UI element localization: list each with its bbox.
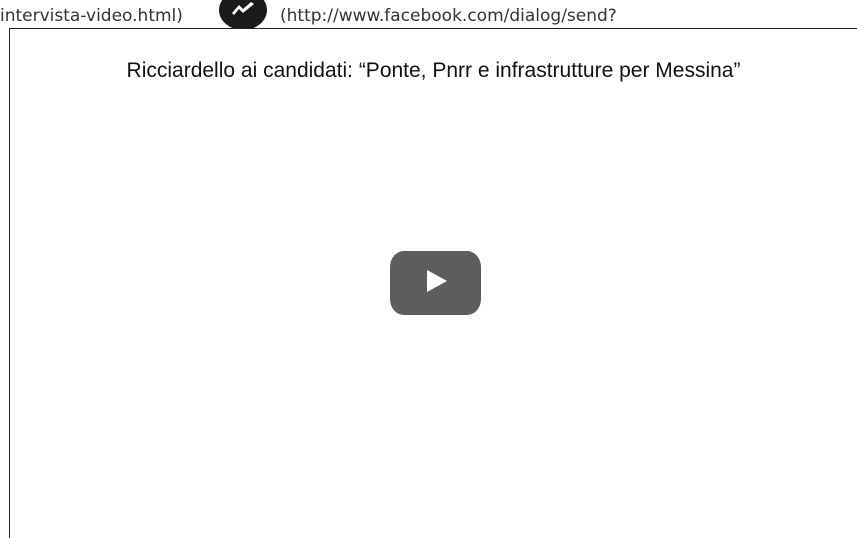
- share-strip: intervista-video.html) (http://www.faceb…: [0, 0, 857, 28]
- video-title[interactable]: Ricciardello ai candidati: “Ponte, Pnrr …: [10, 59, 857, 83]
- play-icon: [423, 268, 449, 299]
- share-link-previous[interactable]: intervista-video.html): [0, 6, 183, 26]
- messenger-share-button[interactable]: [219, 0, 267, 28]
- play-button[interactable]: [390, 251, 481, 315]
- facebook-send-link[interactable]: (http://www.facebook.com/dialog/send?: [280, 6, 617, 26]
- embedded-video-player[interactable]: Ricciardello ai candidati: “Ponte, Pnrr …: [9, 28, 857, 538]
- messenger-icon: [229, 0, 257, 23]
